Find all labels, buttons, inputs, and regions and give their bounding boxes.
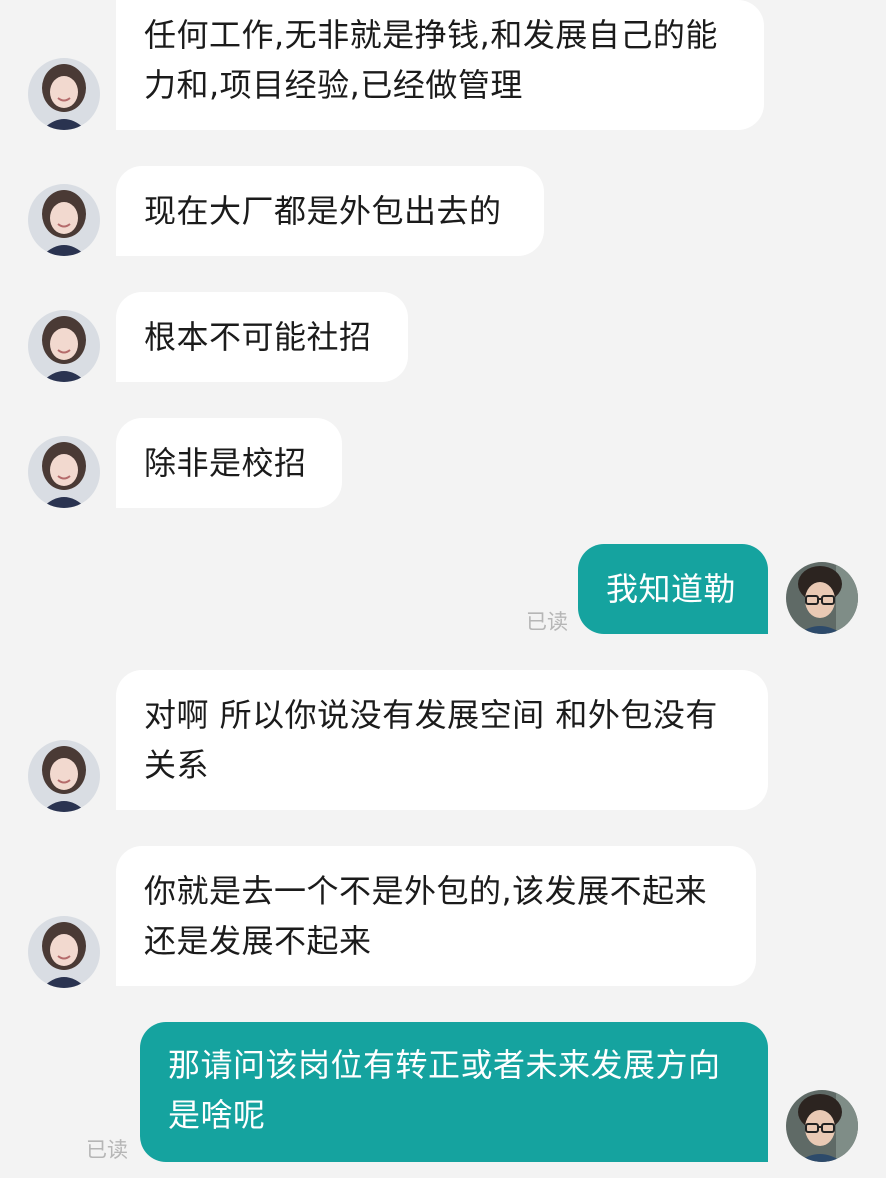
message-bubble-incoming[interactable]: 根本不可能社招 [116, 292, 408, 382]
message-row: 你就是去一个不是外包的,该发展不起来还是发展不起来 [0, 846, 886, 988]
message-bubble-incoming[interactable]: 现在大厂都是外包出去的 [116, 166, 544, 256]
message-row: 任何工作,无非就是挣钱,和发展自己的能力和,项目经验,已经做管理 [0, 0, 886, 132]
message-bubble-incoming[interactable]: 你就是去一个不是外包的,该发展不起来还是发展不起来 [116, 846, 756, 986]
message-row: 对啊 所以你说没有发展空间 和外包没有关系 [0, 670, 886, 812]
message-bubble-outgoing[interactable]: 我知道勒 [578, 544, 768, 634]
message-row: 现在大厂都是外包出去的 [0, 166, 886, 258]
message-row: 除非是校招 [0, 418, 886, 510]
message-row: 根本不可能社招 [0, 292, 886, 384]
chat-conversation: 任何工作,无非就是挣钱,和发展自己的能力和,项目经验,已经做管理 现在大厂都是外… [0, 0, 886, 1178]
female-avatar-icon[interactable] [28, 310, 100, 382]
message-row: 已读 那请问该岗位有转正或者未来发展方向是啥呢 [0, 1022, 886, 1164]
female-avatar-icon[interactable] [28, 740, 100, 812]
message-bubble-outgoing[interactable]: 那请问该岗位有转正或者未来发展方向是啥呢 [140, 1022, 768, 1162]
female-avatar-icon[interactable] [28, 916, 100, 988]
male-avatar-icon[interactable] [786, 562, 858, 634]
male-avatar-icon[interactable] [786, 1090, 858, 1162]
female-avatar-icon[interactable] [28, 184, 100, 256]
read-receipt: 已读 [526, 610, 568, 634]
message-row: 已读 我知道勒 [0, 544, 886, 636]
message-bubble-incoming[interactable]: 对啊 所以你说没有发展空间 和外包没有关系 [116, 670, 768, 810]
female-avatar-icon[interactable] [28, 58, 100, 130]
read-receipt: 已读 [86, 1138, 128, 1162]
female-avatar-icon[interactable] [28, 436, 100, 508]
message-bubble-incoming[interactable]: 除非是校招 [116, 418, 342, 508]
message-bubble-incoming[interactable]: 任何工作,无非就是挣钱,和发展自己的能力和,项目经验,已经做管理 [116, 0, 764, 130]
